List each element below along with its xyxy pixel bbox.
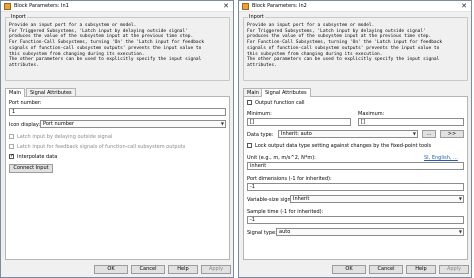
icon-display-value: Port number — [43, 121, 75, 127]
icon-display-dropdown[interactable]: Port number ▼ — [40, 120, 226, 128]
block-parameters-in1-dialog: Block Parameters: In1 ✕ Inport Provide a… — [0, 0, 234, 278]
window-title: Block Parameters: In1 — [14, 3, 69, 9]
simulink-block-icon — [242, 3, 249, 10]
close-icon[interactable]: ✕ — [223, 1, 229, 12]
unit-field[interactable]: inherit — [247, 162, 464, 170]
port-dimensions-label: Port dimensions (-1 for inherited): — [247, 176, 332, 182]
apply-button[interactable]: Apply — [439, 265, 469, 274]
window-title: Block Parameters: In2 — [252, 3, 307, 9]
cancel-button[interactable]: Cancel — [369, 265, 403, 274]
port-dimensions-field[interactable]: -1 — [247, 183, 464, 191]
chevron-down-icon: ▼ — [458, 229, 462, 234]
unit-system-link[interactable]: SI, English, ... — [424, 155, 458, 161]
chevron-down-icon: ▼ — [458, 196, 462, 201]
data-type-dropdown[interactable]: Inherit: auto ▼ — [278, 130, 418, 138]
checkmark-icon: ✓ — [10, 153, 15, 159]
title-bar: Block Parameters: In1 ✕ — [1, 1, 233, 12]
simulink-block-icon — [4, 3, 11, 10]
main-tab-panel: Port number: 1 Icon display: Port number… — [5, 96, 230, 260]
interpolate-data-label: Interpolate data — [17, 154, 58, 160]
tab-signal-attributes[interactable]: Signal Attributes — [261, 88, 311, 97]
icon-display-label: Icon display: — [9, 122, 41, 128]
block-description: Provide an input port for a subsystem or… — [9, 23, 205, 68]
tab-main[interactable]: Main — [5, 88, 25, 97]
data-type-assistant-button[interactable]: ... — [422, 130, 436, 138]
tab-main[interactable]: Main — [243, 88, 263, 96]
signal-type-value: auto — [279, 229, 291, 235]
apply-button[interactable]: Apply — [201, 265, 231, 274]
minimum-field[interactable]: [] — [247, 118, 351, 126]
variable-size-dropdown[interactable]: Inherit ▼ — [290, 195, 464, 203]
variable-size-value: Inherit — [293, 196, 310, 202]
latch-delay-label: Latch input by delaying outside signal — [17, 134, 113, 140]
signal-type-dropdown[interactable]: auto ▼ — [276, 228, 464, 236]
output-function-call-label: Output function call — [255, 100, 305, 106]
help-button[interactable]: Help — [406, 265, 436, 274]
block-parameters-in2-dialog: Block Parameters: In2 ✕ Inport Provide a… — [238, 0, 472, 278]
close-icon[interactable]: ✕ — [461, 1, 467, 12]
chevron-down-icon: ▼ — [220, 121, 224, 126]
data-type-value: Inherit: auto — [281, 131, 312, 137]
minimum-label: Minimum: — [247, 111, 272, 117]
port-number-label: Port number: — [9, 100, 42, 106]
ok-button[interactable]: OK — [332, 265, 366, 274]
data-type-label: Data type: — [247, 132, 274, 138]
group-title: Inport — [248, 14, 265, 21]
sample-time-field[interactable]: -1 — [247, 216, 464, 224]
block-description: Provide an input port for a subsystem or… — [247, 23, 443, 68]
inport-group: Inport Provide an input port for a subsy… — [243, 14, 468, 81]
output-function-call-checkbox[interactable] — [247, 100, 252, 105]
interpolate-data-checkbox[interactable]: ✓ — [9, 153, 15, 159]
lock-data-type-checkbox[interactable] — [247, 143, 252, 148]
chevron-down-icon: ▼ — [412, 131, 416, 136]
help-button[interactable]: Help — [168, 265, 198, 274]
maximum-label: Maximum: — [358, 111, 385, 117]
unit-label: Unit (e.g., m, m/s^2, N*m): — [247, 155, 316, 161]
cancel-button[interactable]: Cancel — [131, 265, 165, 274]
latch-delay-checkbox[interactable] — [9, 134, 14, 139]
latch-feedback-label: Latch input for feedback signals of func… — [17, 144, 186, 150]
signal-attributes-tab-panel: Output function call Minimum: [] Maximum… — [243, 96, 468, 260]
port-number-field[interactable]: 1 — [9, 108, 226, 116]
connect-input-button[interactable]: Connect Input — [9, 164, 53, 173]
inport-group: Inport Provide an input port for a subsy… — [5, 14, 230, 81]
tab-signal-attributes[interactable]: Signal Attributes — [26, 88, 76, 96]
lock-data-type-label: Lock output data type setting against ch… — [255, 143, 432, 149]
maximum-field[interactable]: [] — [358, 118, 464, 126]
ok-button[interactable]: OK — [94, 265, 128, 274]
signal-type-label: Signal type: — [247, 230, 277, 236]
show-data-type-assistant-button[interactable]: >> — [440, 130, 464, 138]
latch-feedback-checkbox[interactable] — [9, 144, 14, 149]
sample-time-label: Sample time (-1 for inherited): — [247, 209, 324, 215]
group-title: Inport — [10, 14, 27, 21]
title-bar: Block Parameters: In2 ✕ — [239, 1, 471, 12]
